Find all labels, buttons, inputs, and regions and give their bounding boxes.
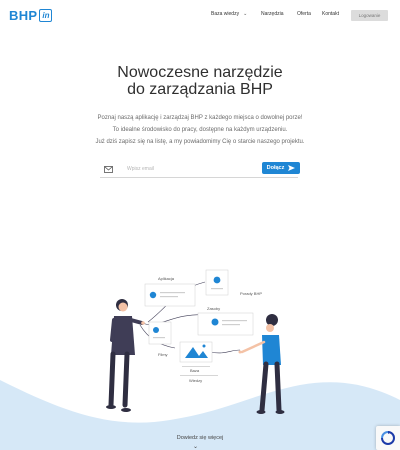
recaptcha-icon (381, 431, 395, 445)
card-small (148, 321, 172, 345)
header: BHP in Baza wiedzy ⌄ Narzędzia Oferta Kon… (0, 0, 400, 30)
learn-more-link[interactable]: Dowiedz się więcej (0, 435, 400, 441)
label-zasoby: Zasoby (207, 306, 220, 311)
hero-paragraph-line1: Poznaj naszą aplikację i zarządzaj BHP z… (97, 115, 303, 121)
label-porady-bhp: Porady BHP (240, 291, 262, 296)
logo[interactable]: BHP in (9, 7, 53, 23)
join-button[interactable]: Dołącz (262, 162, 300, 174)
hero-paragraph-line3: Już dziś zapisz się na listę, a my powia… (95, 139, 305, 145)
nav-baza-wiedzy[interactable]: Baza wiedzy ⌄ (211, 11, 247, 17)
man-figure (106, 299, 145, 412)
label-wiedzy: Wiedzy (189, 378, 202, 383)
paper-plane-icon (288, 165, 296, 171)
envelope-icon (104, 166, 113, 173)
label-filmy: Filmy (158, 352, 168, 357)
nav-oferta[interactable]: Oferta (297, 11, 311, 17)
nav-kontakt-label: Kontakt (322, 11, 339, 17)
nav-baza-wiedzy-label: Baza wiedzy (211, 11, 240, 17)
recaptcha-badge[interactable] (376, 426, 400, 450)
nav-kontakt[interactable]: Kontakt (322, 11, 339, 17)
hero-title-line2: do zarządzania BHP (127, 81, 273, 98)
join-button-label: Dołącz (266, 165, 285, 171)
chevron-down-icon[interactable]: ⌄ (193, 443, 198, 450)
nav-narzedzia[interactable]: Narzędzia (261, 11, 284, 17)
chevron-down-icon: ⌄ (243, 11, 248, 17)
logo-text: BHP (9, 7, 38, 23)
email-underline (100, 177, 298, 178)
nav-narzedzia-label: Narzędzia (261, 11, 284, 17)
nav-oferta-label: Oferta (297, 11, 311, 17)
hero-title-line1: Nowoczesne narzędzie (117, 64, 283, 81)
hero-illustration: Aplikacja Porady BHP Zasoby Filmy Baza W… (0, 269, 400, 450)
label-aplikacja: Aplikacja (158, 276, 175, 281)
login-button[interactable]: Logowanie (351, 10, 388, 21)
email-input[interactable] (127, 164, 257, 174)
label-baza: Baza (190, 368, 200, 373)
hero-paragraph-line2: To idealne środowisko do pracy, dostępne… (112, 127, 288, 133)
logo-badge: in (39, 8, 53, 22)
